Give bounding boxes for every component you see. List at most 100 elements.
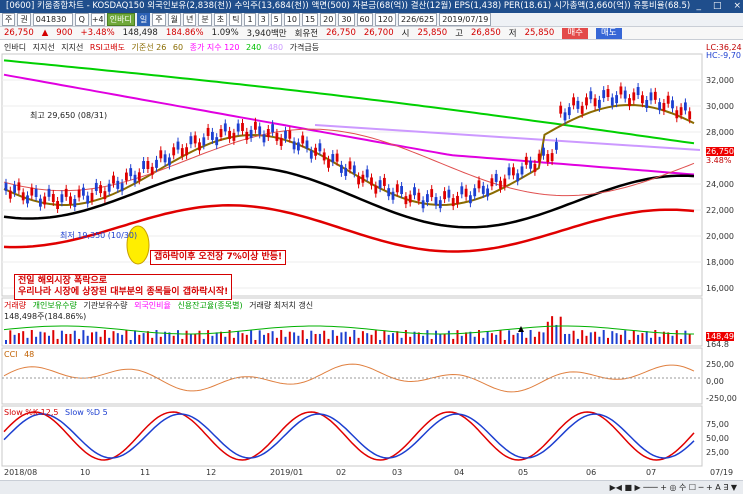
volume-bar	[637, 334, 640, 344]
data-count-field[interactable]: 226/625	[397, 13, 438, 26]
candle-body	[593, 98, 597, 107]
legend-item[interactable]: 기준선 26	[132, 43, 167, 52]
candle-body	[245, 131, 249, 140]
interval-20[interactable]: 20	[320, 13, 337, 26]
volume-bar	[293, 332, 296, 344]
volume-bar	[207, 330, 210, 344]
candle-body	[653, 91, 657, 100]
period-day-tab[interactable]: 일	[136, 13, 151, 26]
slow-d-label[interactable]: Slow %D 5	[65, 408, 108, 417]
chart-area[interactable]: 인바디 지지선 지지선 RSI고배도 기준선 26 60 종가 지수 120 2…	[0, 40, 743, 480]
stock-name-field[interactable]: 인바디	[106, 13, 135, 26]
volume-bar	[263, 334, 265, 344]
candle-body	[211, 131, 214, 140]
legend-item[interactable]: 외국인비율	[134, 301, 171, 310]
legend-item[interactable]: RSI고배도	[90, 43, 125, 52]
cci-tick: 0,00	[706, 377, 724, 386]
interval-60[interactable]: 60	[356, 13, 373, 26]
candle-body	[585, 97, 588, 106]
legend-item[interactable]: 인바디	[4, 43, 26, 52]
volume-bar	[564, 333, 566, 344]
volume-bar	[650, 337, 652, 344]
period-year-tab[interactable]: 년	[182, 13, 197, 26]
volume-bar	[645, 331, 648, 344]
open-label: 시	[401, 29, 410, 39]
candle-body	[103, 191, 107, 200]
legend-item[interactable]: 신용잔고율(종목별)	[177, 301, 242, 310]
cci-name[interactable]: CCI	[4, 350, 18, 359]
x-tick: 2018/08	[4, 468, 38, 477]
candle-body	[636, 87, 640, 96]
legend-item[interactable]: 거래량 최저치 갱신	[249, 301, 313, 310]
volume-bar	[211, 335, 214, 344]
volume-bar	[116, 333, 119, 344]
volume-bar	[443, 333, 446, 344]
interval-3[interactable]: 3	[257, 13, 269, 26]
slow-tick: 25,00	[706, 448, 729, 457]
toolbar-plus4[interactable]: +4	[90, 13, 105, 26]
volume-bar	[297, 335, 300, 344]
volume-bar	[594, 331, 597, 344]
legend-item[interactable]: 지지선	[33, 43, 55, 52]
interval-5[interactable]: 5	[270, 13, 282, 26]
date-field[interactable]: 2019/07/19	[439, 13, 492, 26]
maximize-button[interactable]: □	[713, 0, 722, 13]
rebound-note: 갭하락이후 오전장 7%이상 반등!	[150, 250, 287, 265]
buy-button[interactable]: 매수	[562, 27, 588, 39]
price-change-pct: +3.48%	[80, 28, 115, 38]
candle-body	[249, 129, 253, 138]
y-tick: 22,000	[706, 206, 734, 215]
volume-bar	[224, 336, 227, 344]
volume-bar	[280, 330, 283, 344]
candle-body	[77, 189, 81, 198]
interval-30[interactable]: 30	[338, 13, 355, 26]
legend-item[interactable]: 기관보유수량	[83, 301, 127, 310]
interval-10[interactable]: 10	[283, 13, 300, 26]
legend-item[interactable]: 가격급등	[290, 43, 319, 52]
volume-bar	[392, 333, 394, 344]
minimize-button[interactable]: _	[696, 0, 701, 13]
interval-15[interactable]: 15	[301, 13, 319, 26]
search-icon[interactable]: Q	[74, 13, 89, 26]
sell-button[interactable]: 매도	[595, 27, 622, 39]
volume-bar	[241, 333, 244, 344]
volume-bar	[73, 330, 76, 344]
period-sec-tab[interactable]: 초	[213, 13, 228, 26]
legend-item[interactable]: 480	[268, 43, 283, 52]
toolbar-item-1[interactable]: 권	[17, 13, 31, 26]
volume-bar	[5, 340, 7, 344]
interval-1[interactable]: 1	[244, 13, 256, 26]
candle-body	[163, 154, 167, 163]
candle-body	[275, 132, 279, 141]
candle-body	[387, 188, 391, 197]
legend-item[interactable]: 종가 지수 120	[190, 43, 240, 52]
candle-body	[486, 188, 489, 197]
chart-controls[interactable]: ▶◀ ■ ▶ ─── + ◎ 수 ☐ ─ + A ∃ ▼	[610, 482, 737, 493]
volume-bar	[546, 321, 549, 344]
candle-body	[481, 185, 485, 194]
legend-item[interactable]: 60	[173, 43, 183, 52]
stock-code-input[interactable]: 041830	[32, 13, 73, 26]
slow-k-label[interactable]: Slow %K 12,5	[4, 408, 58, 417]
legend-item[interactable]: 개인보유수량	[33, 301, 77, 310]
volume-bar	[465, 332, 468, 344]
legend-item[interactable]: 240	[246, 43, 261, 52]
gap-down-line1: 전일 해외시장 폭락으로	[18, 276, 108, 286]
legend-item[interactable]: 거래량	[4, 301, 26, 310]
volume-bar	[490, 333, 493, 344]
candle-body	[499, 180, 502, 189]
y-tick: 28,000	[706, 128, 734, 137]
candle-body	[512, 167, 515, 176]
close-button[interactable]: ×	[733, 0, 741, 13]
volume-bar	[585, 335, 588, 344]
toolbar-item-0[interactable]: 주	[2, 13, 16, 26]
interval-120[interactable]: 120	[374, 13, 396, 26]
candle-body	[365, 169, 369, 178]
period-week-tab[interactable]: 주	[152, 13, 166, 26]
window-controls: _ □ ×	[690, 0, 741, 13]
period-tick-tab[interactable]: 틱	[229, 13, 243, 26]
legend-item[interactable]: 지지선	[61, 43, 83, 52]
period-month-tab[interactable]: 월	[167, 13, 181, 26]
period-min-tab[interactable]: 분	[198, 13, 212, 26]
candle-body	[589, 91, 593, 100]
